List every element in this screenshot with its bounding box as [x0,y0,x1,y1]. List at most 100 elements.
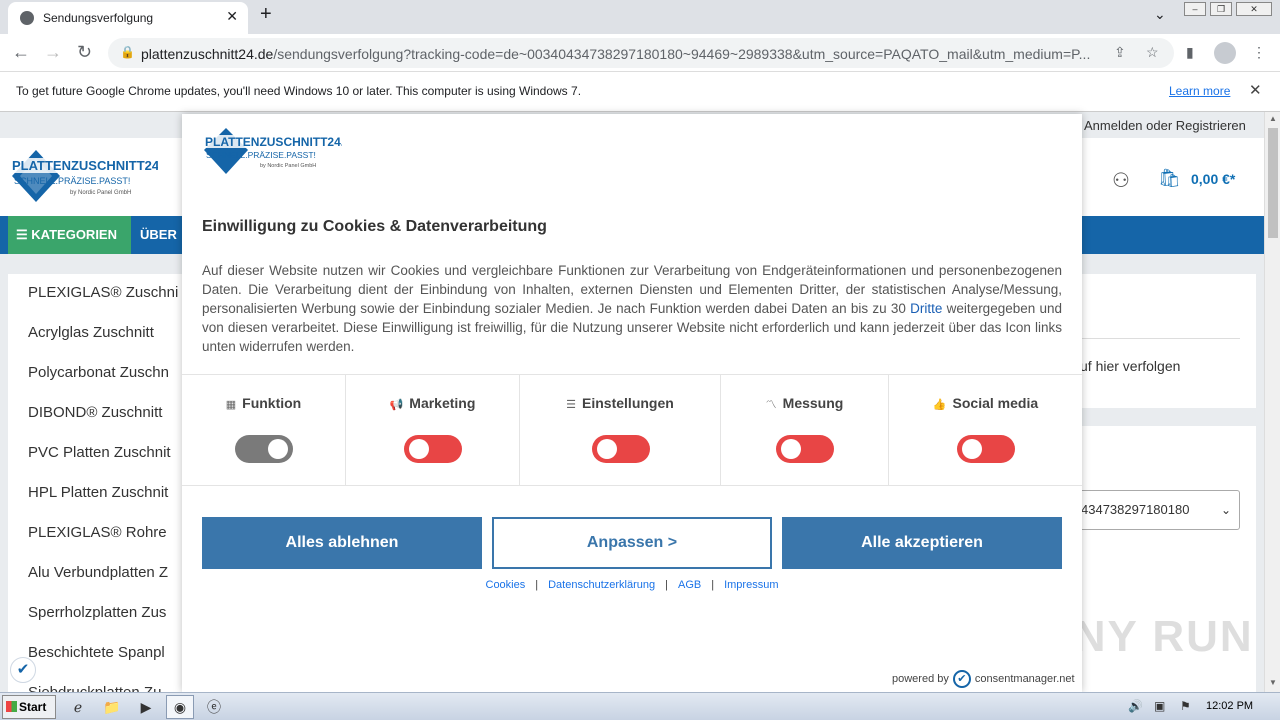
new-tab-button[interactable]: + [260,3,272,26]
reject-all-button[interactable]: Alles ablehnen [202,517,482,569]
minimize-button[interactable]: – [1184,2,1206,16]
consent-category-messung: 〽 Messung [721,375,889,485]
tab-sendungsverfolgung[interactable]: Sendungsverfolgung ✕ [8,2,248,34]
category-label: 📢 Marketing [389,395,476,411]
consent-category-funktion: ▦ Funktion [182,375,346,485]
page-scrollbar[interactable]: ▲ ▼ [1264,112,1280,692]
start-button[interactable]: Start [2,695,56,719]
sidebar-item[interactable]: Acrylglas Zuschnitt [28,324,154,341]
consent-logo-name: PLATTENZUSCHNITT24.DE [205,135,342,149]
consent-link-impressum[interactable]: Impressum [724,579,778,591]
forward-icon[interactable]: → [44,42,62,63]
powered-by: powered by ✔ consentmanager.net [892,670,1075,688]
categories-button[interactable]: ☰ KATEGORIEN [8,216,131,254]
learn-more-link[interactable]: Learn more [1169,84,1230,98]
media-player-icon[interactable]: ▶ [132,695,160,719]
profile-avatar[interactable] [1214,42,1236,64]
edge-icon[interactable]: ⓔ [200,695,228,719]
sidebar-item[interactable]: PLEXIGLAS® Zuschni [28,284,178,301]
hamburger-icon: ☰ [16,227,32,242]
sidebar-item[interactable]: PVC Platten Zuschnit [28,444,171,461]
consent-logo: PLATTENZUSCHNITT24.DE SCHNELL.PRÄZISE.PA… [204,128,342,174]
share-icon[interactable]: ⇪ [1114,44,1126,61]
consent-links: Cookies | Datenschutzerklärung | AGB | Impress… [182,579,1082,591]
megaphone-icon: 📢 [389,399,404,411]
sidebar-item[interactable]: Beschichtete Spanpl [28,644,165,661]
menu-kebab-icon[interactable]: ⋮ [1252,44,1266,61]
browser-toolbar: ← → ↻ 🔒 plattenzuschnitt24.de/sendungsve… [0,34,1280,72]
consent-title: Einwilligung zu Cookies & Datenverarbeit… [202,218,547,235]
scroll-up-icon[interactable]: ▲ [1269,114,1277,123]
sidebar-item[interactable]: Polycarbonat Zuschn [28,364,169,381]
sidebar-item[interactable]: PLEXIGLAS® Rohre [28,524,167,541]
scroll-down-icon[interactable]: ▼ [1269,678,1277,687]
toggle-funktion[interactable] [235,435,293,463]
sidebar-item[interactable]: Siebdruckplatten Zu [28,684,161,692]
link-separator: | [711,579,715,591]
bookmark-star-icon[interactable]: ☆ [1146,44,1159,61]
cart-icon[interactable]: 🛍 [1158,168,1181,189]
login-register-link[interactable]: Anmelden oder Registrieren [1084,118,1246,133]
network-icon[interactable]: ▣ [1154,699,1165,713]
reload-icon[interactable]: ↻ [77,42,92,63]
category-sidebar: PLEXIGLAS® Zuschni Acrylglas Zuschnitt Pol… [8,274,208,692]
link-separator: | [535,579,539,591]
third-parties-link[interactable]: Dritte [910,301,942,316]
consent-shield-icon[interactable]: ✔ [10,657,36,683]
cart-price[interactable]: 0,00 €* [1191,171,1235,187]
window-close-button[interactable]: ✕ [1236,2,1272,16]
consent-link-cookies[interactable]: Cookies [486,579,526,591]
logo-sub: by Nordic Panel GmbH [70,190,131,196]
chrome-icon[interactable]: ◉ [166,695,194,719]
toggle-messung[interactable] [776,435,834,463]
address-bar[interactable]: 🔒 plattenzuschnitt24.de/sendungsverfolgu… [108,38,1174,68]
ie-icon[interactable]: ℯ [64,695,92,719]
category-label: 👍 Social media [932,395,1039,411]
consent-link-agb[interactable]: AGB [678,579,701,591]
category-label: 〽 Messung [765,395,844,411]
thumbs-up-icon: 👍 [932,399,947,411]
toggle-knob [268,439,288,459]
user-account-icon[interactable]: ⚇ [1112,168,1130,193]
sidebar-item[interactable]: HPL Platten Zuschnit [28,484,168,501]
toggle-knob [961,439,982,459]
accept-all-button[interactable]: Alle akzeptieren [782,517,1062,569]
consent-text: Auf dieser Website nutzen wir Cookies un… [202,263,1062,354]
back-icon[interactable]: ← [12,42,30,63]
site-logo[interactable]: PLATTENZUSCHNITT24.DE SCHNELL.PRÄZISE.PA… [8,148,158,208]
flag-tray-icon[interactable]: ⚑ [1180,699,1191,713]
tab-search-chevron-icon[interactable]: ⌄ [1154,6,1166,23]
consent-category-marketing: 📢 Marketing [346,375,520,485]
scroll-thumb[interactable] [1268,128,1278,238]
consent-category-einstellungen: ☰ Einstellungen [520,375,721,485]
toggle-social-media[interactable] [956,435,1015,463]
sidebar-item[interactable]: DIBOND® Zuschnitt [28,404,162,421]
category-label: ☰ Einstellungen [566,395,674,411]
consent-link-datenschutzerklärung[interactable]: Datenschutzerklärung [548,579,655,591]
update-infobar: To get future Google Chrome updates, you… [0,72,1280,112]
consent-category-social-media: 👍 Social media [889,375,1082,485]
consent-categories: ▦ Funktion 📢 Marketing ☰ Einstellungen 〽 Messun… [182,374,1082,486]
tracking-select[interactable]: 434738297180180 ⌄ [1070,490,1240,530]
chart-icon: 〽 [765,399,777,411]
tab-close-icon[interactable]: ✕ [226,8,238,25]
tracking-text: uf hier verfolgen [1080,358,1181,374]
maximize-button[interactable]: ❐ [1210,2,1232,16]
logo-name: PLATTENZUSCHNITT24.DE [12,158,158,173]
volume-icon[interactable]: 🔊 [1128,699,1143,713]
lock-icon[interactable]: 🔒 [120,45,135,59]
toggle-marketing[interactable] [404,435,462,463]
sidebar-item[interactable]: Sperrholzplatten Zus [28,604,166,621]
toggle-knob [596,439,617,459]
tracking-info-box: uf hier verfolgen [1060,274,1256,408]
side-panel-icon[interactable]: ▮ [1186,44,1194,61]
tab-title: Sendungsverfolgung [43,11,154,25]
sidebar-item[interactable]: Alu Verbundplatten Z [28,564,168,581]
explorer-folder-icon[interactable]: 📁 [98,695,126,719]
url-text[interactable]: plattenzuschnitt24.de/sendungsverfolgung… [141,46,1101,62]
infobar-close-icon[interactable]: ✕ [1249,81,1262,99]
customize-button[interactable]: Anpassen > [492,517,772,569]
toggle-einstellungen[interactable] [591,435,650,463]
grid-icon: ▦ [225,399,237,411]
nav-about[interactable]: ÜBER [140,216,177,254]
